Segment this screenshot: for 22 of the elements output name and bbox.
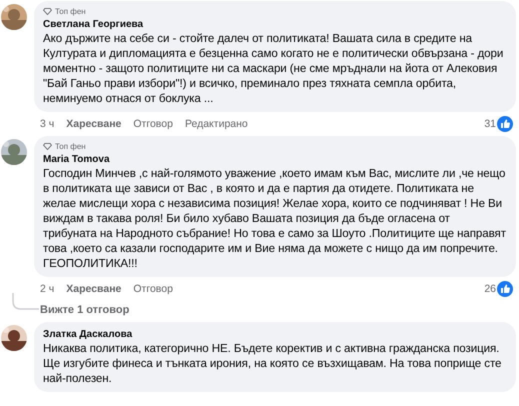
comment-text: Ако държите на себе си - стойте далеч от политиката! Вашата сила в средите на Културата и дипломацията е безценна само когато не е политически обвързана - дори моментно - защото политиците ни са маскари (не сме мръднали на йота от Алековия "Бай Ганьо прави избори"!) и всичко, преминало през тяхната семпла орбита, неминуемо отнася от боклука ... <box>43 31 504 106</box>
thumbs-up-icon <box>497 281 513 297</box>
comment-action[interactable]: Отговор <box>133 118 173 130</box>
badge-label: Топ фен <box>55 7 86 16</box>
comment-action[interactable]: Харесване <box>66 283 122 295</box>
author-name[interactable]: Maria Tomova <box>43 154 506 165</box>
timestamp[interactable]: 3 ч <box>40 118 54 130</box>
comment-action[interactable]: Редактирано <box>184 118 248 130</box>
reaction-count[interactable]: 26 <box>484 283 496 295</box>
diamond-icon <box>43 8 52 15</box>
author-name[interactable]: Златка Даскалова <box>43 329 506 340</box>
author-name[interactable]: Светлана Георгиева <box>43 19 506 30</box>
comment-text: Господин Минчев ,с най-голямото уважение ,което имам към Вас, мислите ли ,че нещо в политиката ще зависи от Вас , в която и да е партия да отидете. Политиката не желае мислещи хора с независима позиция! Желае хора, които се подчиняват ! Не Ви виждам в такава роля! Би било хубаво Вашата позиция да бъде огласена от трибуната на Народното събрание! Но това е само за Шоуто .Политиците ще направят това ,което са казали господарите им и Вие няма да можете с нищо да им попречите. ГЕОПОЛИТИКА!!! <box>43 166 506 271</box>
comment-action[interactable]: Харесване <box>66 118 122 130</box>
diamond-icon <box>43 143 52 150</box>
comment-action[interactable]: Отговор <box>133 283 173 295</box>
timestamp[interactable]: 2 ч <box>40 283 54 295</box>
view-replies-link[interactable]: Вижте 1 отговор <box>40 304 130 316</box>
badge-label: Топ фен <box>55 142 86 151</box>
comment-text: Никаква политика, категорично НЕ. Бъдете коректив и с активна гражданска позиция. Ще изгубите финеса и тънката ирония, на която се възхищавам. На това поприще сте най-полезен. <box>43 341 502 386</box>
reaction-count[interactable]: 31 <box>484 118 496 130</box>
thumbs-up-icon <box>497 116 513 132</box>
